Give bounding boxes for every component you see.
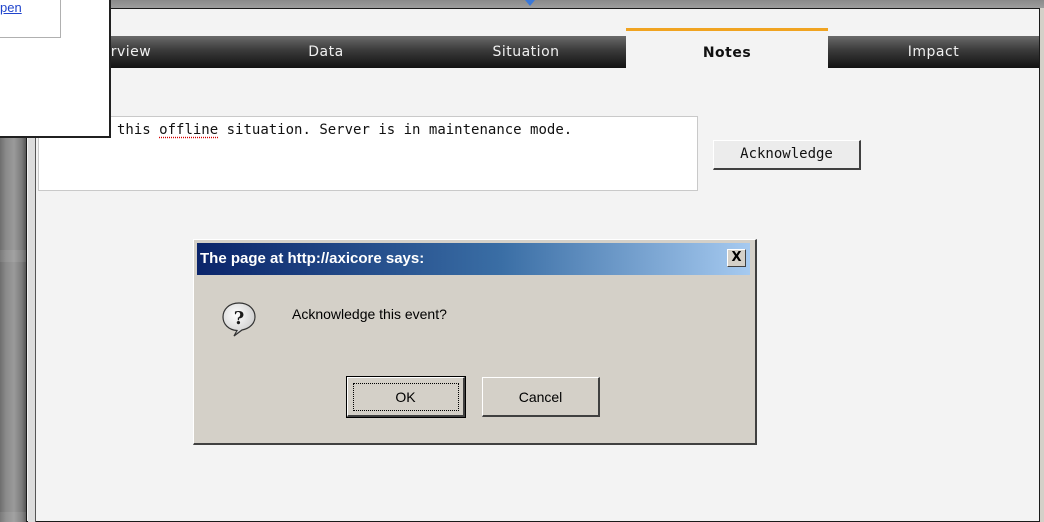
- tab-notes[interactable]: Notes: [626, 28, 828, 68]
- dialog-title: The page at http://axicore says:: [200, 250, 425, 267]
- notes-text: this offline situation. Server is in mai…: [117, 122, 572, 138]
- confirm-dialog: The page at http://axicore says: X ? Ack…: [193, 239, 757, 445]
- close-icon: X: [731, 250, 742, 265]
- notes-text-prefix: this: [117, 122, 160, 138]
- drop-indicator-icon: [525, 0, 535, 6]
- notes-text-suffix: situation. Server is in maintenance mode…: [218, 122, 573, 138]
- svg-text:?: ?: [234, 308, 245, 329]
- close-button[interactable]: X: [727, 249, 746, 267]
- dialog-message: Acknowledge this event?: [292, 306, 447, 322]
- acknowledge-button[interactable]: Acknowledge: [713, 140, 861, 170]
- question-icon: ?: [222, 302, 256, 337]
- misspelled-word: offline: [159, 122, 219, 138]
- popup-window: pen: [0, 0, 111, 138]
- tab-impact[interactable]: Impact: [828, 36, 1039, 68]
- dialog-titlebar[interactable]: The page at http://axicore says: X: [197, 243, 750, 275]
- ok-button[interactable]: OK: [346, 376, 466, 418]
- popup-frame: pen: [0, 0, 61, 38]
- top-background-bar: [26, 0, 1044, 8]
- tab-situation[interactable]: Situation: [426, 36, 626, 68]
- cancel-button[interactable]: Cancel: [482, 377, 600, 417]
- tab-data[interactable]: Data: [226, 36, 426, 68]
- ok-button-label: OK: [352, 383, 459, 411]
- open-link[interactable]: pen: [0, 0, 22, 15]
